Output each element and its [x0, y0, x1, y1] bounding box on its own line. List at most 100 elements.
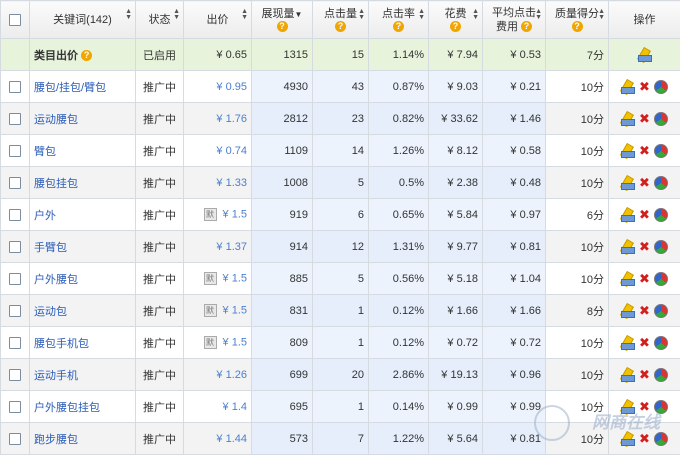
edit-icon[interactable] — [621, 272, 635, 286]
keyword-link[interactable]: 运动腰包 — [34, 114, 78, 126]
edit-icon[interactable] — [638, 48, 652, 62]
edit-icon[interactable] — [621, 80, 635, 94]
report-chart-icon[interactable] — [654, 272, 668, 286]
keyword-link[interactable]: 跑步腰包 — [34, 434, 78, 446]
edit-icon[interactable] — [621, 432, 635, 446]
col-ctr[interactable]: 点击率▲▼? — [369, 1, 429, 39]
col-avg-cpc[interactable]: 平均点击费用 ?▲▼ — [483, 1, 546, 39]
bid-link[interactable]: ¥ 0.74 — [216, 145, 247, 157]
row-checkbox[interactable] — [9, 81, 21, 93]
col-quality[interactable]: 质量得分▲▼? — [546, 1, 609, 39]
keyword-link[interactable]: 户外腰包挂包 — [34, 402, 100, 414]
row-checkbox[interactable] — [9, 305, 21, 317]
report-chart-icon[interactable] — [654, 304, 668, 318]
col-keyword[interactable]: 关键词(142)▲▼ — [30, 1, 136, 39]
row-checkbox[interactable] — [9, 273, 21, 285]
keyword-link[interactable]: 运动包 — [34, 306, 67, 318]
help-icon[interactable]: ? — [521, 21, 532, 32]
col-status[interactable]: 状态▲▼ — [136, 1, 184, 39]
edit-icon[interactable] — [621, 240, 635, 254]
report-chart-icon[interactable] — [654, 144, 668, 158]
help-icon[interactable]: ? — [393, 21, 404, 32]
col-bid[interactable]: 出价▲▼ — [184, 1, 252, 39]
row-checkbox[interactable] — [9, 177, 21, 189]
report-chart-icon[interactable] — [654, 208, 668, 222]
edit-icon[interactable] — [621, 368, 635, 382]
bid-link[interactable]: ¥ 1.4 — [223, 401, 247, 413]
report-chart-icon[interactable] — [654, 112, 668, 126]
bid-link[interactable]: ¥ 1.5 — [223, 336, 247, 348]
delete-icon[interactable]: ✖ — [639, 240, 650, 254]
sort-icon[interactable]: ▲▼ — [472, 9, 479, 21]
bid-link[interactable]: ¥ 1.5 — [223, 272, 247, 284]
edit-icon[interactable] — [621, 208, 635, 222]
col-impressions[interactable]: 展现量▼? — [252, 1, 313, 39]
sort-icon[interactable]: ▲▼ — [418, 9, 425, 21]
delete-icon[interactable]: ✖ — [639, 272, 650, 286]
edit-icon[interactable] — [621, 336, 635, 350]
keyword-link[interactable]: 腰包挂包 — [34, 178, 78, 190]
row-checkbox[interactable] — [9, 209, 21, 221]
report-chart-icon[interactable] — [654, 432, 668, 446]
bid-link[interactable]: ¥ 1.37 — [216, 241, 247, 253]
bid-link[interactable]: ¥ 1.26 — [216, 369, 247, 381]
row-checkbox[interactable] — [9, 337, 21, 349]
delete-icon[interactable]: ✖ — [639, 208, 650, 222]
sort-icon[interactable]: ▲▼ — [125, 9, 132, 21]
col-cost[interactable]: 花费▲▼? — [429, 1, 483, 39]
delete-icon[interactable]: ✖ — [639, 368, 650, 382]
report-chart-icon[interactable] — [654, 368, 668, 382]
help-icon[interactable]: ? — [335, 21, 346, 32]
keyword-link[interactable]: 腰包手机包 — [34, 338, 89, 350]
keyword-link[interactable]: 腰包/挂包/臂包 — [34, 82, 106, 94]
row-select-cell — [1, 295, 30, 327]
bid-link[interactable]: ¥ 1.44 — [216, 433, 247, 445]
help-icon[interactable]: ? — [81, 50, 92, 61]
keyword-link[interactable]: 户外 — [34, 210, 56, 222]
delete-icon[interactable]: ✖ — [639, 176, 650, 190]
bid-link[interactable]: ¥ 0.95 — [216, 81, 247, 93]
keyword-link[interactable]: 臂包 — [34, 146, 56, 158]
sort-icon[interactable]: ▲▼ — [173, 9, 180, 21]
delete-icon[interactable]: ✖ — [639, 336, 650, 350]
edit-icon[interactable] — [621, 112, 635, 126]
select-all-checkbox[interactable] — [9, 14, 21, 26]
row-checkbox[interactable] — [9, 433, 21, 445]
help-icon[interactable]: ? — [572, 21, 583, 32]
row-checkbox[interactable] — [9, 241, 21, 253]
row-checkbox[interactable] — [9, 401, 21, 413]
sort-icon[interactable]: ▲▼ — [598, 9, 605, 21]
row-checkbox[interactable] — [9, 369, 21, 381]
report-chart-icon[interactable] — [654, 336, 668, 350]
sort-icon[interactable]: ▲▼ — [358, 9, 365, 21]
bid-link[interactable]: ¥ 1.33 — [216, 177, 247, 189]
bid-link[interactable]: ¥ 1.5 — [223, 208, 247, 220]
report-chart-icon[interactable] — [654, 80, 668, 94]
bid-cell: 默¥ 1.5 — [184, 199, 252, 231]
report-chart-icon[interactable] — [654, 176, 668, 190]
delete-icon[interactable]: ✖ — [639, 304, 650, 318]
sort-desc-icon[interactable]: ▼ — [295, 9, 303, 18]
delete-icon[interactable]: ✖ — [639, 112, 650, 126]
category-keyword: 类目出价 — [34, 50, 78, 62]
row-checkbox[interactable] — [9, 145, 21, 157]
col-clicks[interactable]: 点击量▲▼? — [313, 1, 369, 39]
keyword-link[interactable]: 手臂包 — [34, 242, 67, 254]
bid-link[interactable]: ¥ 1.76 — [216, 113, 247, 125]
edit-icon[interactable] — [621, 144, 635, 158]
bid-link[interactable]: ¥ 1.5 — [223, 304, 247, 316]
delete-icon[interactable]: ✖ — [639, 144, 650, 158]
edit-icon[interactable] — [621, 304, 635, 318]
delete-icon[interactable]: ✖ — [639, 80, 650, 94]
delete-icon[interactable]: ✖ — [639, 432, 650, 446]
help-icon[interactable]: ? — [450, 21, 461, 32]
keyword-link[interactable]: 运动手机 — [34, 370, 78, 382]
category-bid[interactable]: ¥ 0.65 — [184, 39, 252, 71]
row-checkbox[interactable] — [9, 113, 21, 125]
sort-icon[interactable]: ▲▼ — [241, 9, 248, 21]
help-icon[interactable]: ? — [277, 21, 288, 32]
sort-icon[interactable]: ▲▼ — [535, 9, 542, 21]
report-chart-icon[interactable] — [654, 240, 668, 254]
edit-icon[interactable] — [621, 176, 635, 190]
keyword-link[interactable]: 户外腰包 — [34, 274, 78, 286]
